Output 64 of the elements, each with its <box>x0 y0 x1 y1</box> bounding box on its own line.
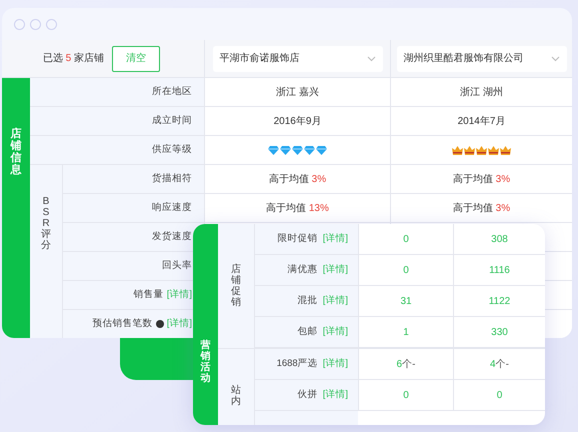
diamond-icon <box>304 146 315 154</box>
row-label: 响应速度 <box>152 200 192 215</box>
value-text: 高于均值 3% <box>452 172 510 186</box>
row-label: 包邮 <box>298 324 318 339</box>
selected-count-text: 已选 5 家店铺 <box>42 52 104 66</box>
subgroup-title: BSR评分 <box>41 196 51 250</box>
details-link[interactable]: [详情] <box>166 316 192 332</box>
row-label: 销售量 <box>134 288 164 302</box>
value-text: 0 <box>496 388 502 402</box>
row-label: 货描相符 <box>152 172 192 186</box>
value-text: 4个- <box>490 358 509 372</box>
crown-icon <box>452 146 463 154</box>
row-label: 供应等级 <box>152 142 192 157</box>
value-text: 高于均值 13% <box>266 202 329 216</box>
crown-icon <box>476 146 487 154</box>
details-link[interactable]: [详情] <box>322 262 348 278</box>
details-link[interactable]: [详情] <box>322 388 348 402</box>
row-label: 混批 <box>298 294 318 308</box>
row-label: 满优惠 <box>288 262 318 277</box>
value-text: 高于均值 3% <box>452 202 510 216</box>
diamond-icon <box>292 146 303 154</box>
shop-select[interactable]: 湖州织里酷君服饰有限公司 <box>396 46 566 72</box>
diamond-icon <box>268 146 279 154</box>
subgroup-title: 站内 <box>231 385 241 407</box>
clear-button[interactable]: 清空 <box>112 46 160 72</box>
details-link[interactable]: [详情] <box>322 324 348 340</box>
subgroup-title: 店铺促销 <box>231 264 241 308</box>
value-text: 2014年7月 <box>458 114 506 128</box>
diamond-icon <box>316 146 327 154</box>
shop-select[interactable]: 平湖市俞诺服饰店 <box>212 46 382 72</box>
value-text: 330 <box>491 326 508 340</box>
value-text: 308 <box>491 232 508 246</box>
value-text: 6个- <box>396 358 416 372</box>
row-label: 预估销售笔数 <box>92 316 153 331</box>
row-label: 所在地区 <box>152 84 192 99</box>
chevron-down-icon <box>550 56 560 62</box>
value-text: 0 <box>403 264 409 278</box>
group-title: 营销活动 <box>200 340 210 386</box>
crown-icon <box>488 146 499 154</box>
value-text: 浙江 湖州 <box>460 86 503 100</box>
row-label: 回头率 <box>162 258 192 273</box>
chevron-down-icon <box>366 56 376 62</box>
details-link[interactable]: [详情] <box>322 232 348 246</box>
row-label: 发货速度 <box>152 230 192 244</box>
value-text: 1122 <box>488 294 510 308</box>
value-text: 高于均值 3% <box>268 172 326 186</box>
crown-icon <box>464 146 475 154</box>
value-text: 2016年9月 <box>274 114 322 128</box>
details-link[interactable]: [详情] <box>322 294 348 308</box>
row-label: 限时促销 <box>278 232 318 246</box>
row-label: 1688严选 <box>276 356 318 371</box>
details-link[interactable]: [详情] <box>322 356 348 372</box>
crown-icon <box>500 146 511 154</box>
value-text: 浙江 嘉兴 <box>276 86 319 100</box>
group-title: 店铺信息 <box>10 128 22 178</box>
value-text: 0 <box>403 232 409 246</box>
value-text: 1116 <box>489 264 510 278</box>
value-text: 1 <box>403 326 409 340</box>
diamond-icon <box>280 146 291 154</box>
row-label: 成立时间 <box>152 114 192 128</box>
row-label: 伙拼 <box>298 388 318 402</box>
value-text: 31 <box>400 294 412 308</box>
value-text: 0 <box>403 388 409 402</box>
details-link[interactable]: [详情] <box>166 288 192 302</box>
